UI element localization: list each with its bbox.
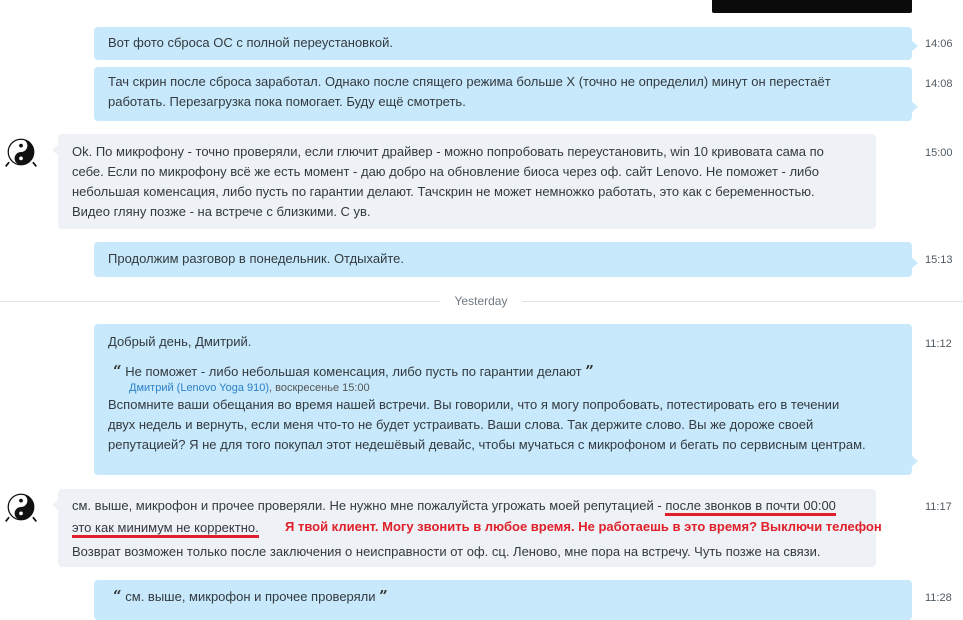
quote-close-icon: ” (379, 587, 388, 605)
quote-block: “ Не поможет - либо небольшая коменсация… (108, 362, 898, 395)
message-text: см. выше, микрофон и прочее проверяли. Н… (72, 498, 666, 513)
message-text: Продолжим разговор в понедельник. Отдыха… (108, 251, 404, 266)
message-text-line: Добрый день, Дмитрий. (108, 334, 252, 349)
date-separator-label: Yesterday (454, 294, 508, 308)
message-text: см. выше, микрофон и прочее проверяли (125, 589, 376, 604)
message-text-line: репутацией? Я не для того покупал этот н… (108, 437, 866, 452)
message-text-line: работать. Перезагрузка пока помогает. Бу… (108, 94, 466, 109)
quote-text: Не поможет - либо небольшая коменсация, … (125, 364, 582, 379)
message-time: 15:13 (925, 254, 953, 266)
message-incoming: Ok. По микрофону - точно проверяли, если… (52, 134, 876, 229)
yin-yang-icon[interactable] (4, 490, 38, 524)
message-text-line: небольшая коменсация, либо пусть по гара… (72, 184, 815, 199)
message-time: 14:06 (925, 38, 953, 50)
message-outgoing: Тач скрин после сброса заработал. Однако… (94, 67, 918, 121)
message-text-line: себе. Если по микрофону всё же есть моме… (72, 164, 819, 179)
bubble-tail (911, 40, 918, 52)
date-separator-line (0, 301, 440, 302)
yin-yang-icon[interactable] (4, 135, 38, 169)
message-text: Вот фото сброса ОС с полной переустановк… (108, 35, 394, 50)
bubble-tail (911, 455, 918, 467)
message-time: 11:17 (925, 501, 952, 513)
message-outgoing: “ см. выше, микрофон и прочее проверяли … (94, 580, 912, 620)
message-outgoing: Продолжим разговор в понедельник. Отдыха… (94, 242, 918, 277)
message-outgoing: Добрый день, Дмитрий. “ Не поможет - либ… (94, 324, 918, 475)
message-time: 15:00 (925, 147, 953, 159)
message-text-line: Тач скрин после сброса заработал. Однако… (108, 74, 831, 89)
quote-open-icon: “ (113, 587, 122, 605)
attached-photo-thumbnail[interactable] (712, 0, 912, 13)
message-text-line: см. выше, микрофон и прочее проверяли. Н… (72, 496, 862, 516)
date-separator-line (522, 301, 963, 302)
bubble-tail (911, 101, 918, 113)
bubble-tail (911, 257, 918, 269)
quote-open-icon: “ (113, 362, 122, 380)
message-time: 11:12 (925, 338, 952, 350)
message-text-line: двух недель и вернуть, если меня что-то … (108, 417, 814, 432)
quote-author-name[interactable]: Дмитрий (Lenovo Yoga 910) (129, 382, 269, 394)
bubble-tail (52, 144, 59, 156)
message-time: 11:28 (925, 592, 952, 604)
quote-close-icon: ” (585, 362, 594, 380)
underlined-text: это как минимум не корректно. (72, 520, 259, 538)
message-text-line: Ok. По микрофону - точно проверяли, если… (72, 144, 824, 159)
quote-author: Дмитрий (Lenovo Yoga 910), воскресенье 1… (113, 381, 898, 395)
message-text-line: Возврат возможен только после заключения… (72, 544, 821, 559)
message-time: 14:08 (925, 78, 953, 90)
message-text-line: Видео гляну позже - на встрече с близким… (72, 204, 371, 219)
message-text-line: Вспомните ваши обещания во время нашей в… (108, 397, 840, 412)
underlined-text: после звонков в почти 00:00 (665, 498, 836, 516)
quote-date: , воскресенье 15:00 (269, 382, 370, 394)
message-outgoing: Вот фото сброса ОС с полной переустановк… (94, 27, 918, 60)
red-annotation: Я твой клиент. Могу звонить в любое врем… (285, 519, 882, 534)
bubble-tail (52, 499, 59, 511)
